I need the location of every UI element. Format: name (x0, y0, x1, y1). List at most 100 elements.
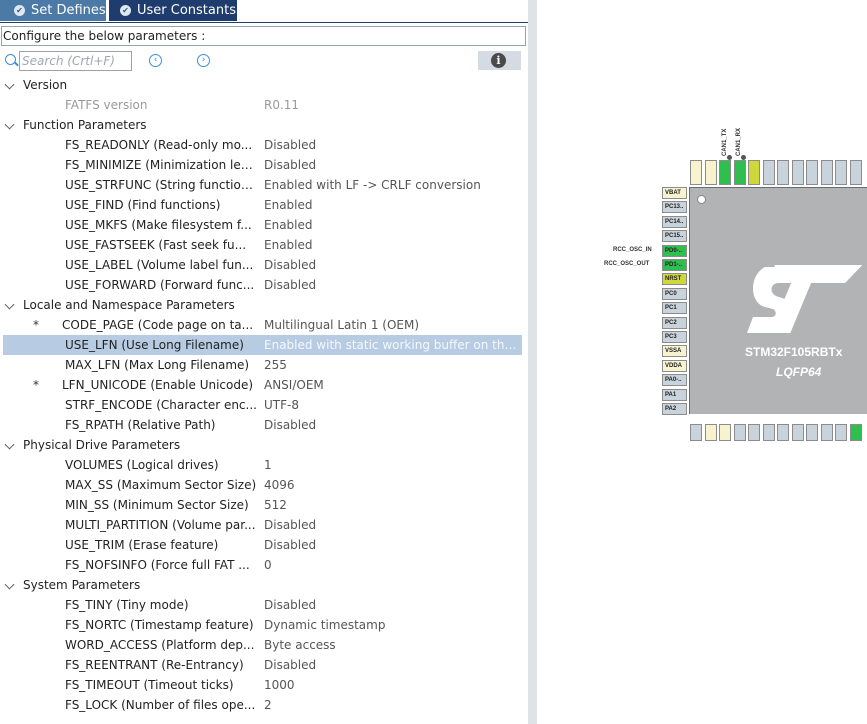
chip-pin-top[interactable]: VDD (690, 160, 702, 185)
chip-pin-top[interactable]: PB3 (820, 160, 833, 185)
parameter-row[interactable]: WORD_ACCESS (Platform dep... Byte access (0, 635, 528, 655)
parameter-row[interactable]: USE_MKFS (Make filesystem f... Enabled (0, 215, 528, 235)
chip-pin-left[interactable]: VBAT (662, 187, 687, 199)
parameter-row[interactable]: USE_STRFUNC (String functions) Enabled wi… (0, 175, 528, 195)
parameter-row[interactable]: USE_LABEL (Volume label fun... Disabled (0, 255, 528, 275)
chip-pin-left[interactable]: PC3 (662, 331, 687, 343)
parameter-value[interactable]: Disabled (264, 515, 520, 535)
chip-pin-bottom[interactable]: PA5 (748, 424, 760, 441)
chip-pin-left[interactable]: NRST (662, 273, 687, 286)
chip-pin-bottom[interactable]: PB2 (849, 424, 862, 441)
parameter-row[interactable]: USE_FIND (Find functions) Enabled (0, 195, 528, 215)
chip-pin-bottom[interactable]: PC4 (791, 424, 804, 441)
parameter-value[interactable]: Multilingual Latin 1 (OEM) (264, 315, 520, 335)
parameter-row[interactable]: FS_NORTC (Timestamp feature) Dynamic time… (0, 615, 528, 635)
parameter-row[interactable]: FS_TINY (Tiny mode) Disabled (0, 595, 528, 615)
parameter-row[interactable]: STRF_ENCODE (Character enc... UTF-8 (0, 395, 528, 415)
chip-pin-top[interactable]: PB8 (733, 160, 746, 185)
chevron-down-icon[interactable] (4, 299, 15, 310)
previous-match-icon[interactable]: ‹ (149, 54, 162, 67)
chip-pin-top[interactable]: PB5 (791, 160, 804, 185)
parameter-value[interactable]: Disabled (264, 275, 520, 295)
chip-pin-bottom[interactable]: PB1 (835, 424, 847, 441)
chip-pin-top[interactable]: PB6 (777, 160, 789, 185)
chip-pin-left[interactable]: PC2 (662, 316, 687, 329)
parameter-row[interactable]: USE_FASTSEEK (Fast seek fu... Enabled (0, 235, 528, 255)
group-header[interactable]: Function Parameters (0, 115, 528, 135)
chip-pin-left[interactable]: PC1 (662, 302, 687, 315)
parameter-value[interactable]: Dynamic timestamp (264, 615, 520, 635)
tab-set-defines[interactable]: ✔ Set Defines (0, 0, 106, 21)
chip-pin-left[interactable]: PC13.. (662, 201, 687, 214)
chip-pin-bottom[interactable]: PB0 (820, 424, 833, 441)
parameter-value[interactable]: 2 (264, 695, 520, 715)
parameter-row[interactable]: FATFS version R0.11 (0, 95, 528, 115)
parameter-value[interactable]: Disabled (264, 655, 520, 675)
parameter-value[interactable]: Disabled (264, 415, 520, 435)
parameter-row[interactable]: MIN_SS (Minimum Sector Size) 512 (0, 495, 528, 515)
mcu-chip[interactable]: STM32F105RBTx LQFP64 (689, 187, 867, 414)
chip-pin-top[interactable]: PB4 (806, 160, 818, 185)
chip-pin-top[interactable]: BOO.. (748, 160, 760, 185)
chip-pin-left[interactable]: PD1-.. (662, 259, 687, 271)
parameter-value[interactable]: Disabled (264, 535, 520, 555)
chip-pin-top[interactable]: PD2 (835, 160, 847, 185)
parameter-row[interactable]: FS_TIMEOUT (Timeout ticks) 1000 (0, 675, 528, 695)
parameter-value[interactable]: Enabled (264, 235, 520, 255)
chip-pin-left[interactable]: PA1 (662, 388, 687, 401)
parameter-row[interactable]: MAX_LFN (Max Long Filename) 255 (0, 355, 528, 375)
parameter-row[interactable]: * LFN_UNICODE (Enable Unicode) ANSI/OEM (0, 375, 528, 395)
chip-pin-bottom[interactable]: PA6 (762, 424, 775, 441)
chip-pin-top[interactable]: PC12 (849, 160, 862, 185)
chip-pin-left[interactable]: PC0 (662, 287, 687, 300)
chip-pin-bottom[interactable]: VSS (704, 424, 717, 441)
parameter-row[interactable]: FS_READONLY (Read-only mo... Disabled (0, 135, 528, 155)
parameter-row[interactable]: FS_RPATH (Relative Path) Disabled (0, 415, 528, 435)
parameter-row[interactable]: FS_NOFSINFO (Force full FAT ... 0 (0, 555, 528, 575)
chip-pin-left[interactable]: PA2 (662, 403, 687, 415)
chip-pin-top[interactable]: PB9 (719, 160, 731, 185)
search-input[interactable] (19, 51, 132, 71)
group-header[interactable]: System Parameters (0, 575, 528, 595)
parameter-value[interactable]: Enabled with LF -> CRLF conversion (264, 175, 520, 195)
chip-pin-left[interactable]: PD0-.. (662, 244, 687, 257)
parameter-value[interactable]: 1000 (264, 675, 520, 695)
parameter-value[interactable]: Enabled (264, 215, 520, 235)
group-header[interactable]: Physical Drive Parameters (0, 435, 528, 455)
parameter-row[interactable]: MULTI_PARTITION (Volume par... Disabled (0, 515, 528, 535)
chip-pin-bottom[interactable]: PA4 (733, 424, 746, 441)
group-header[interactable]: Version (0, 75, 528, 95)
parameter-value[interactable]: Disabled (264, 255, 520, 275)
chip-pin-bottom[interactable]: PC5 (806, 424, 818, 441)
parameter-row[interactable]: FS_REENTRANT (Re-Entrancy) Disabled (0, 655, 528, 675)
parameter-value[interactable]: Disabled (264, 135, 520, 155)
parameter-value[interactable]: 0 (264, 555, 520, 575)
parameter-value[interactable]: UTF-8 (264, 395, 520, 415)
parameter-row[interactable]: MAX_SS (Maximum Sector Size) 4096 (0, 475, 528, 495)
chevron-down-icon[interactable] (4, 579, 15, 590)
parameter-value[interactable]: Disabled (264, 155, 520, 175)
parameter-row[interactable]: USE_FORWARD (Forward func... Disabled (0, 275, 528, 295)
parameter-value[interactable]: 255 (264, 355, 520, 375)
info-button[interactable]: i (478, 51, 521, 70)
chevron-down-icon[interactable] (4, 119, 15, 130)
parameter-value[interactable]: Enabled with static working buffer on th… (264, 335, 520, 355)
parameter-row[interactable]: FS_LOCK (Number of files ope... 2 (0, 695, 528, 715)
chip-pin-left[interactable]: PA0-.. (662, 374, 687, 387)
parameter-row[interactable]: * CODE_PAGE (Code page on ta... Multilingu… (0, 315, 528, 335)
parameter-value[interactable]: Disabled (264, 595, 520, 615)
chevron-down-icon[interactable] (4, 79, 15, 90)
parameter-value[interactable]: ANSI/OEM (264, 375, 520, 395)
chip-pin-bottom[interactable]: VDD (719, 424, 731, 441)
chevron-down-icon[interactable] (4, 439, 15, 450)
chip-pin-left[interactable]: VDDA (662, 359, 687, 372)
parameter-value[interactable]: R0.11 (264, 95, 520, 115)
chip-pin-bottom[interactable]: PA7 (777, 424, 789, 441)
parameter-value[interactable]: 512 (264, 495, 520, 515)
parameter-row[interactable]: FS_MINIMIZE (Minimization level) Disabled (0, 155, 528, 175)
parameter-row[interactable]: VOLUMES (Logical drives) 1 (0, 455, 528, 475)
parameter-row[interactable]: USE_TRIM (Erase feature) Disabled (0, 535, 528, 555)
parameter-value[interactable]: 1 (264, 455, 520, 475)
parameter-value[interactable]: Enabled (264, 195, 520, 215)
chip-pin-left[interactable]: VSSA (662, 345, 687, 358)
